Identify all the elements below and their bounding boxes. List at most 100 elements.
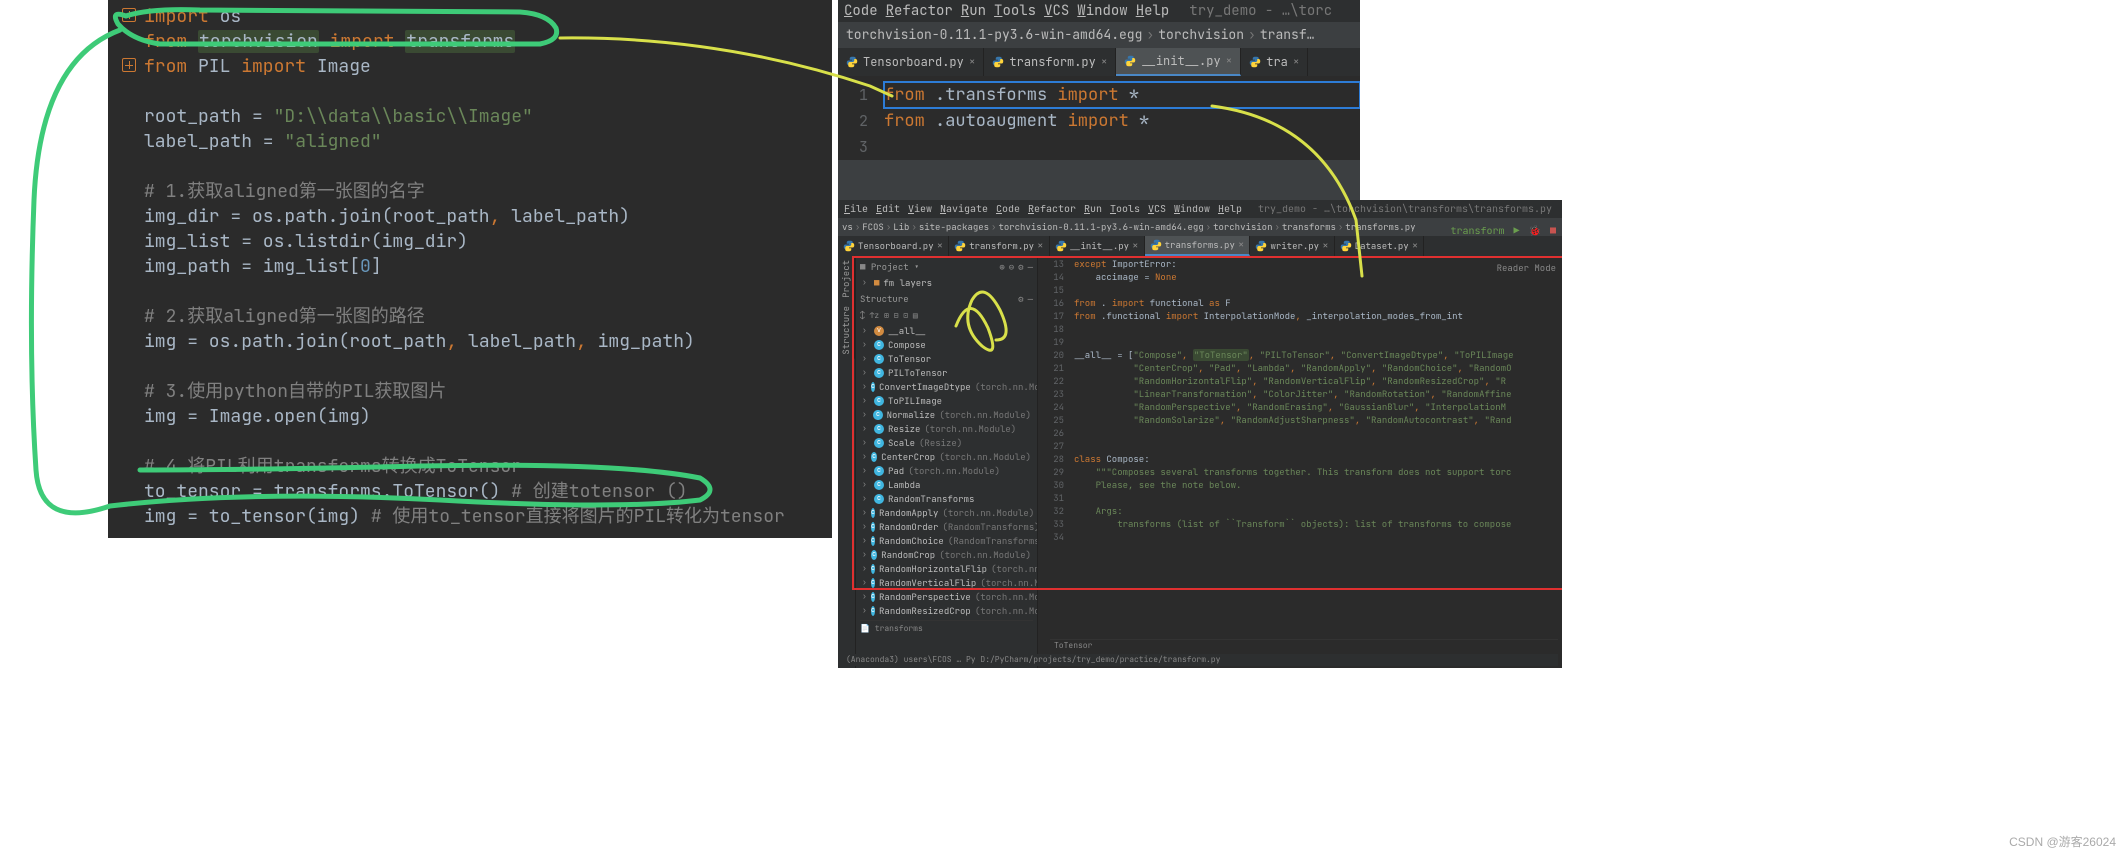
code-line[interactable]: except ImportError:: [1074, 258, 1562, 271]
menu-item[interactable]: Help: [1218, 202, 1242, 215]
code-line[interactable]: # 3.使用python自带的PIL获取图片: [144, 379, 832, 404]
structure-item[interactable]: ›cResize(torch.nn.Module): [860, 422, 1033, 436]
menubar[interactable]: FileEditViewNavigateCodeRefactorRunTools…: [838, 200, 1562, 218]
close-icon[interactable]: ×: [1037, 239, 1044, 253]
structure-item[interactable]: ›cRandomPerspective(torch.nn.Module): [860, 590, 1033, 604]
breadcrumb-item[interactable]: Lib: [893, 221, 909, 233]
code-line[interactable]: "RandomPerspective", "RandomErasing", "G…: [1074, 401, 1562, 414]
breadcrumb-item[interactable]: torchvision-0.11.1-py3.6-win-amd64.egg: [998, 221, 1203, 233]
code-line[interactable]: [884, 134, 1360, 160]
code-line[interactable]: root_path = "D:\\data\\basic\\Image": [144, 104, 832, 129]
structure-item[interactable]: ›cToTensor: [860, 352, 1033, 366]
code-line[interactable]: to_tensor = transforms.ToTensor() # 创建to…: [144, 479, 832, 504]
structure-item[interactable]: ›cRandomHorizontalFlip(torch.nn.Module): [860, 562, 1033, 576]
code-line[interactable]: img = Image.open(img): [144, 404, 832, 429]
close-icon[interactable]: ×: [1238, 238, 1245, 252]
structure-item[interactable]: ›cRandomApply(torch.nn.Module): [860, 506, 1033, 520]
structure-item[interactable]: ›cToPILImage: [860, 394, 1033, 408]
run-config-name[interactable]: transform: [1451, 224, 1505, 237]
menu-item[interactable]: Code: [996, 202, 1020, 215]
project-sidetab[interactable]: Project: [838, 256, 855, 302]
code-line[interactable]: from PIL import Image: [144, 54, 832, 79]
tab[interactable]: transform.py×: [984, 48, 1116, 76]
editor-tabs[interactable]: Tensorboard.py×transform.py×__init__.py×…: [838, 48, 1360, 76]
breadcrumb-item[interactable]: torchvision: [1158, 26, 1244, 43]
tab[interactable]: transforms.py×: [1145, 236, 1251, 256]
menu-item[interactable]: Run: [1084, 202, 1102, 215]
structure-item[interactable]: ›cRandomOrder(RandomTransforms): [860, 520, 1033, 534]
menu-item[interactable]: Refactor: [886, 2, 953, 20]
code-line[interactable]: img_list = os.listdir(img_dir): [144, 229, 832, 254]
tab[interactable]: tra×: [1241, 48, 1308, 76]
breadcrumb-item[interactable]: torchvision-0.11.1-py3.6-win-amd64.egg: [846, 26, 1142, 43]
menu-item[interactable]: Window: [1077, 2, 1127, 20]
breadcrumb-item[interactable]: FCOS: [862, 221, 884, 233]
structure-item[interactable]: ›cRandomTransforms: [860, 492, 1033, 506]
code-line[interactable]: import os: [144, 4, 832, 29]
breadcrumb[interactable]: torchvision-0.11.1-py3.6-win-amd64.egg›t…: [838, 22, 1360, 48]
debug-icon[interactable]: 🐞: [1529, 224, 1541, 237]
menu-item[interactable]: Window: [1174, 202, 1210, 215]
code-line[interactable]: from torchvision import transforms: [144, 29, 832, 54]
project-tool-label[interactable]: ■ Project ▾: [860, 260, 919, 274]
hide-icon[interactable]: —: [1028, 261, 1033, 273]
menu-item[interactable]: Run: [961, 2, 986, 20]
menu-item[interactable]: Tools: [1110, 202, 1140, 215]
close-icon[interactable]: ×: [969, 55, 976, 69]
code-line[interactable]: from .functional import InterpolationMod…: [1074, 310, 1562, 323]
structure-item[interactable]: ›cNormalize(torch.nn.Module): [860, 408, 1033, 422]
structure-tool-label[interactable]: Structure: [860, 292, 909, 306]
code-line[interactable]: img_path = img_list[0]: [144, 254, 832, 279]
expand-icon[interactable]: ⊕: [999, 261, 1004, 273]
code-line[interactable]: # 1.获取aligned第一张图的名字: [144, 179, 832, 204]
editor-main[interactable]: import osfrom torchvision import transfo…: [108, 0, 832, 538]
close-icon[interactable]: ×: [1293, 55, 1300, 69]
tab[interactable]: Tensorboard.py×: [838, 48, 984, 76]
stop-icon[interactable]: ■: [1550, 224, 1556, 237]
breadcrumb-item[interactable]: transf…: [1260, 26, 1315, 43]
collapse-icon[interactable]: ⊖: [1009, 261, 1014, 273]
editor[interactable]: except ImportError: accimage = None from…: [1070, 256, 1562, 668]
code-line[interactable]: [1074, 323, 1562, 336]
tab[interactable]: transform.py×: [949, 236, 1049, 256]
menu-item[interactable]: Tools: [994, 2, 1036, 20]
code-line[interactable]: """Composes several transforms together.…: [1074, 466, 1562, 479]
code-line[interactable]: # 2.获取aligned第一张图的路径: [144, 304, 832, 329]
code-line[interactable]: [1074, 531, 1562, 544]
code-line[interactable]: label_path = "aligned": [144, 129, 832, 154]
structure-item[interactable]: ›v__all__: [860, 324, 1033, 338]
breadcrumb-item[interactable]: torchvision: [1213, 221, 1272, 233]
breadcrumb-item[interactable]: transforms.py: [1345, 221, 1415, 233]
close-icon[interactable]: ×: [1226, 54, 1233, 68]
tool-sidebar[interactable]: Project Structure ■ Project ▾ ⊕⊖⚙— ›■ fm…: [838, 256, 1038, 668]
close-icon[interactable]: ×: [1322, 239, 1329, 253]
menu-item[interactable]: File: [844, 202, 868, 215]
code-line[interactable]: img_dir = os.path.join(root_path, label_…: [144, 204, 832, 229]
code-line[interactable]: [1074, 492, 1562, 505]
structure-item[interactable]: ›cConvertImageDtype(torch.nn.Module): [860, 380, 1033, 394]
editor[interactable]: from .transforms import *from .autoaugme…: [876, 76, 1360, 160]
code-line[interactable]: from .transforms import *: [884, 82, 1360, 108]
breadcrumb-item[interactable]: transforms: [1282, 221, 1336, 233]
tab[interactable]: Dataset.py×: [1335, 236, 1425, 256]
code-line[interactable]: # 4.将PIL利用transforms转换成ToTensor: [144, 454, 832, 479]
settings-icon[interactable]: ⚙: [1018, 261, 1023, 273]
menubar[interactable]: CodeRefactorRunToolsVCSWindowHelptry_dem…: [838, 0, 1360, 22]
editor-breadcrumb[interactable]: ToTensor: [1050, 639, 1558, 652]
tab[interactable]: Tensorboard.py×: [838, 236, 949, 256]
structure-item[interactable]: ›cPad(torch.nn.Module): [860, 464, 1033, 478]
menu-item[interactable]: View: [908, 202, 932, 215]
structure-item[interactable]: ›cCompose: [860, 338, 1033, 352]
code-line[interactable]: __all__ = ["Compose", "ToTensor", "PILTo…: [1074, 349, 1562, 362]
code-line[interactable]: "CenterCrop", "Pad", "Lambda", "RandomAp…: [1074, 362, 1562, 375]
run-icon[interactable]: ▶: [1514, 224, 1520, 237]
code-line[interactable]: "RandomSolarize", "RandomAdjustSharpness…: [1074, 414, 1562, 427]
menu-item[interactable]: Help: [1136, 2, 1170, 20]
structure-item[interactable]: ›cRandomCrop(torch.nn.Module): [860, 548, 1033, 562]
close-icon[interactable]: ×: [1132, 239, 1139, 253]
breadcrumb-item[interactable]: site-packages: [919, 221, 989, 233]
menu-item[interactable]: Code: [844, 2, 878, 20]
code-line[interactable]: accimage = None: [1074, 271, 1562, 284]
settings-icon[interactable]: ⚙: [1018, 293, 1023, 305]
code-line[interactable]: "LinearTransformation", "ColorJitter", "…: [1074, 388, 1562, 401]
